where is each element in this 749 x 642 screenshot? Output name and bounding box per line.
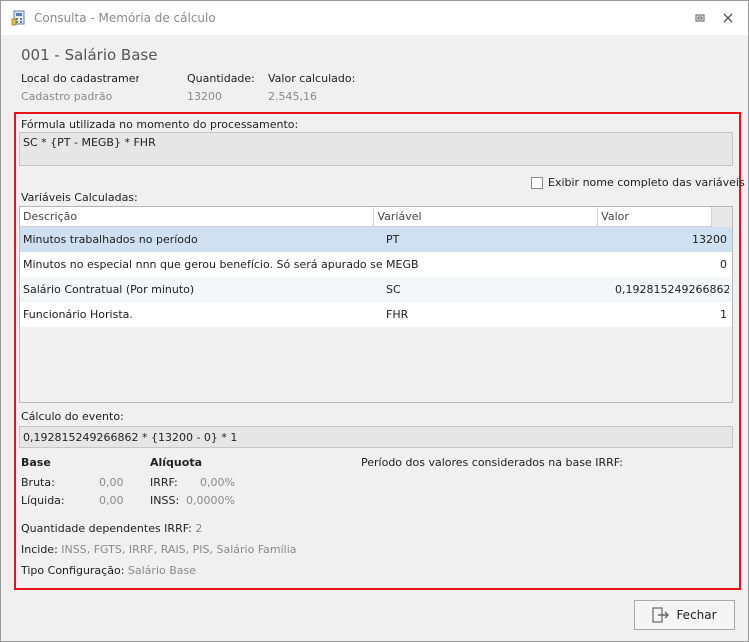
calculo-field[interactable]: 0,192815249266862 * {13200 - 0} * 1 — [19, 426, 733, 448]
local-label: Local do cadastramento: — [21, 72, 139, 85]
incide-line: Incide: INSS, FGTS, IRRF, RAIS, PIS, Sal… — [21, 543, 297, 556]
cell-descricao: Minutos no especial nnn que gerou benefí… — [23, 258, 383, 271]
valor-calculado-label: Valor calculado: — [268, 72, 356, 85]
inss-value: 0,0000% — [186, 494, 235, 507]
table-row[interactable]: Minutos no especial nnn que gerou benefí… — [20, 252, 732, 277]
formula-field[interactable]: SC * {PT - MEGB} * FHR — [19, 132, 733, 166]
aliquota-header: Alíquota — [150, 456, 202, 469]
exit-door-icon — [652, 607, 670, 623]
bruta-value: 0,00 — [99, 476, 124, 489]
variables-grid[interactable]: Descrição Variável Valor Minutos trabalh… — [19, 206, 733, 403]
cell-descricao: Minutos trabalhados no período — [23, 233, 198, 246]
tipo-config-label: Tipo Configuração: — [21, 564, 125, 577]
quantidade-value: 13200 — [187, 90, 222, 103]
liquida-label: Líquida: — [21, 494, 65, 507]
base-header: Base — [21, 456, 51, 469]
quantidade-label: Quantidade: — [187, 72, 255, 85]
formula-label: Fórmula utilizada no momento do processa… — [21, 118, 299, 131]
close-button-label: Fechar — [676, 608, 717, 622]
calculator-doc-icon — [11, 10, 27, 26]
column-header-valor[interactable]: Valor — [598, 207, 713, 227]
checkbox-box[interactable] — [531, 176, 543, 189]
variables-label: Variáveis Calculadas: — [21, 191, 138, 204]
memoria-calculo-window: Consulta - Memória de cálculo 001 - Salá… — [0, 0, 749, 642]
show-full-name-checkbox[interactable]: Exibir nome completo das variáveis — [531, 176, 745, 189]
table-row[interactable]: Salário Contratual (Por minuto) SC 0,192… — [20, 277, 732, 302]
cell-valor: 0 — [720, 258, 727, 271]
liquida-value: 0,00 — [99, 494, 124, 507]
inss-label: INSS: — [150, 494, 180, 507]
restore-icon[interactable] — [692, 10, 708, 26]
bruta-label: Bruta: — [21, 476, 55, 489]
local-value: Cadastro padrão — [21, 90, 113, 103]
cell-valor: 1 — [720, 308, 727, 321]
irrf-value: 0,00% — [200, 476, 235, 489]
table-row[interactable]: Funcionário Horista. FHR 1 — [20, 302, 732, 327]
cell-variavel: PT — [386, 233, 400, 246]
close-button[interactable]: Fechar — [634, 600, 735, 630]
close-icon[interactable] — [720, 10, 736, 26]
grid-header-corner — [712, 207, 732, 227]
irrf-label: IRRF: — [150, 476, 178, 489]
event-title: 001 - Salário Base — [21, 46, 158, 64]
cell-variavel: MEGB — [386, 258, 419, 271]
dependentes-line: Quantidade dependentes IRRF: 2 — [21, 522, 202, 535]
valor-calculado-value: 2.545,16 — [268, 90, 317, 103]
tipo-config-value: Salário Base — [127, 564, 197, 577]
table-row[interactable]: Minutos trabalhados no período PT 13200 — [20, 227, 732, 252]
title-bar: Consulta - Memória de cálculo — [1, 1, 748, 35]
cell-variavel: SC — [386, 283, 401, 296]
column-header-variavel[interactable]: Variável — [374, 207, 599, 227]
tipo-config-line: Tipo Configuração: Salário Base — [21, 564, 196, 577]
grid-header: Descrição Variável Valor — [20, 207, 732, 227]
column-header-descricao[interactable]: Descrição — [20, 207, 375, 227]
calculo-label: Cálculo do evento: — [21, 410, 124, 423]
dependentes-value: 2 — [195, 522, 203, 535]
incide-value: INSS, FGTS, IRRF, RAIS, PIS, Salário Fam… — [61, 543, 297, 556]
periodo-label: Período dos valores considerados na base… — [361, 456, 623, 469]
cell-valor: 13200 — [692, 233, 727, 246]
cell-descricao: Funcionário Horista. — [23, 308, 133, 321]
cell-valor: 0,192815249266862 — [615, 283, 729, 296]
show-full-name-label: Exibir nome completo das variáveis — [548, 176, 745, 189]
dependentes-label: Quantidade dependentes IRRF: — [21, 522, 192, 535]
window-title: Consulta - Memória de cálculo — [34, 11, 216, 25]
cell-variavel: FHR — [386, 308, 409, 321]
incide-label: Incide: — [21, 543, 58, 556]
cell-descricao: Salário Contratual (Por minuto) — [23, 283, 195, 296]
